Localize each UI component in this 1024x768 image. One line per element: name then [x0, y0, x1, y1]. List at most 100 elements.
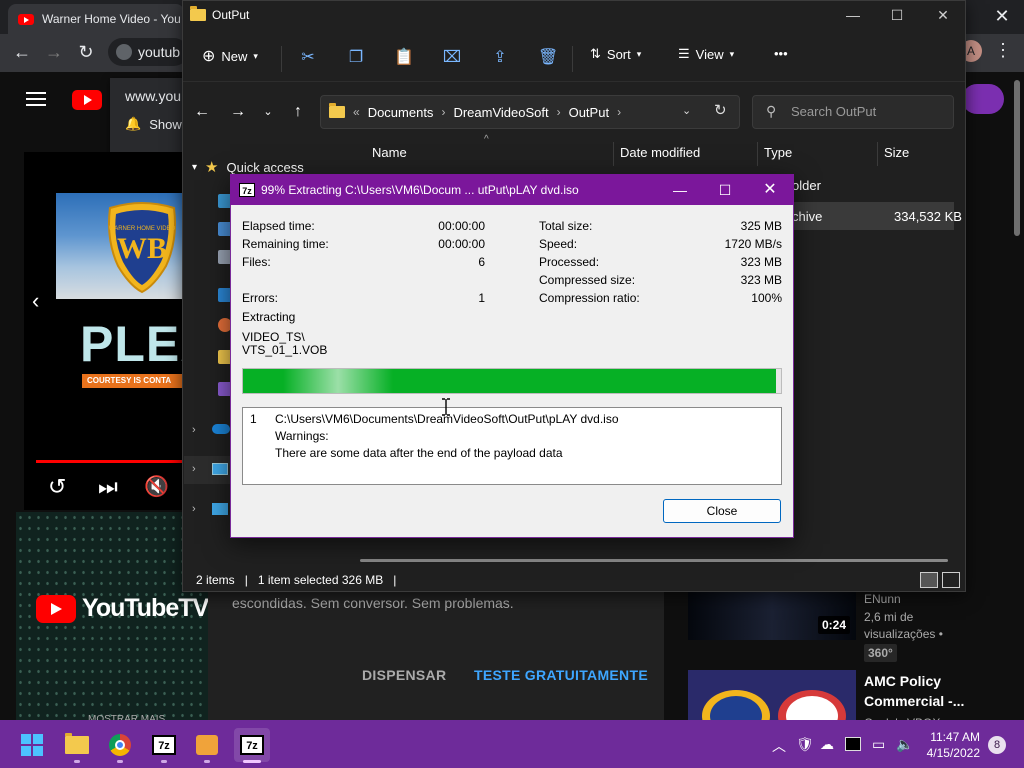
taskbar-7zip-extract[interactable]: 7z [234, 728, 270, 762]
notification-badge[interactable]: 8 [988, 736, 1006, 754]
7zip-close-icon[interactable]: ✕ [758, 180, 782, 200]
youtube-tv-wordmark: YouTubeTV [82, 594, 209, 622]
expand-chevron-icon[interactable]: › [192, 463, 196, 475]
search-box [752, 95, 954, 129]
network-off-icon[interactable]: ☁ [820, 736, 834, 753]
7zip-icon: 7z [240, 735, 264, 755]
rec2-title-line2: Commercial -... [864, 693, 965, 709]
breadcrumb-overflow[interactable]: « [353, 105, 360, 119]
7zip-minimize-icon[interactable]: — [668, 180, 692, 200]
search-input[interactable] [791, 104, 941, 119]
onedrive-icon[interactable] [212, 424, 230, 434]
start-button[interactable] [14, 728, 50, 762]
previous-arrow-icon[interactable]: ‹ [32, 288, 39, 314]
mute-icon[interactable]: 🔇 [144, 474, 169, 499]
running-indicator [204, 760, 210, 763]
chevron-down-icon: ▾ [253, 50, 258, 61]
taskbar-chrome[interactable] [102, 728, 138, 762]
explorer-maximize-icon[interactable]: ☐ [882, 4, 912, 26]
hamburger-menu-icon[interactable] [26, 92, 46, 106]
wb-shield-text: WARNER HOME VIDEO [109, 226, 176, 232]
cmd-separator [572, 46, 573, 72]
address-dropdown-icon[interactable]: ⌄ [682, 104, 691, 117]
forward-arrow-icon[interactable]: → [40, 38, 68, 66]
chrome-tab-youtube[interactable]: Warner Home Video - You [8, 4, 184, 34]
dismiss-button[interactable]: DISPENSAR [362, 667, 446, 683]
tiles-view-icon[interactable] [942, 572, 960, 588]
column-name[interactable]: Name [372, 145, 407, 160]
breadcrumb-output[interactable]: OutPut [569, 105, 609, 120]
chrome-tab-title: Warner Home Video - You [42, 12, 181, 26]
chrome-menu-icon[interactable]: ⋮ [994, 40, 1012, 61]
7zip-maximize-icon[interactable]: ☐ [713, 180, 737, 200]
sort-label: Sort [606, 46, 631, 62]
copy-icon[interactable]: ❐ [346, 48, 366, 68]
bell-icon: 🔔 [125, 116, 142, 131]
running-indicator [161, 760, 167, 763]
explorer-close-icon[interactable]: ✕ [928, 4, 958, 26]
popup-notification-row[interactable]: 🔔 Show [125, 116, 182, 132]
address-bar[interactable]: « Documents › DreamVideoSoft › OutPut › [320, 95, 740, 129]
details-view-icon[interactable] [920, 572, 938, 588]
taskbar-file-explorer[interactable] [59, 728, 95, 762]
chrome-close-icon[interactable]: ✕ [990, 4, 1014, 28]
back-arrow-icon[interactable]: ← [8, 38, 36, 66]
voice-search-button[interactable] [962, 84, 1004, 114]
display-icon[interactable]: ▭ [872, 736, 885, 753]
youtube-logo-icon[interactable] [72, 90, 102, 110]
speaker-muted-icon[interactable]: 🔈 [896, 736, 913, 753]
up-arrow-icon[interactable]: ↑ [286, 100, 310, 124]
share-icon[interactable]: ⇪ [490, 48, 510, 68]
column-type[interactable]: Type [764, 145, 792, 160]
column-date-modified[interactable]: Date modified [620, 145, 700, 160]
taskbar-7zip-filemanager[interactable]: 7z [146, 728, 182, 762]
popup-url: www.you [125, 88, 182, 104]
this-pc-icon [212, 463, 228, 475]
taskbar-video-converter[interactable] [189, 728, 225, 762]
explorer-back-icon[interactable]: ← [190, 100, 214, 124]
delete-icon[interactable]: 🗑 [538, 48, 558, 68]
nav-quick-access-label: Quick access [226, 159, 304, 175]
recommended-thumbnail-2[interactable] [688, 670, 856, 720]
7zip-app-icon: 7z [239, 182, 255, 197]
network-icon[interactable] [212, 503, 228, 515]
paste-icon[interactable]: 📋 [394, 48, 414, 68]
explorer-forward-icon[interactable]: → [226, 100, 250, 124]
column-size[interactable]: Size [884, 145, 909, 160]
breadcrumb-dreamvideosoft[interactable]: DreamVideoSoft [453, 105, 548, 120]
view-button[interactable]: ☰ View ▾ [678, 46, 734, 62]
reload-icon[interactable]: ↻ [72, 38, 100, 66]
refresh-icon[interactable]: ↻ [714, 101, 727, 119]
horizontal-scrollbar[interactable] [360, 559, 948, 562]
extracting-label: Extracting [242, 310, 296, 324]
defender-icon[interactable]: 🛡 [796, 736, 814, 753]
video-progress-bar[interactable] [36, 460, 184, 463]
page-scrollbar[interactable] [1014, 80, 1020, 236]
sort-button[interactable]: ⇅ Sort ▾ [590, 46, 641, 62]
close-button[interactable]: Close [663, 499, 781, 523]
recent-locations-icon[interactable]: ⌄ [256, 100, 280, 124]
explorer-minimize-icon[interactable]: — [838, 4, 868, 26]
explorer-title: OutPut [190, 6, 249, 22]
tray-overflow-icon[interactable]: ︿ [772, 736, 786, 756]
see-more-button[interactable]: ••• [774, 46, 788, 61]
expand-chevron-icon[interactable]: › [192, 503, 196, 515]
new-button[interactable]: ⊕ New ▾ [202, 46, 258, 66]
rec1-channel[interactable]: ENunn [864, 592, 901, 606]
next-track-icon[interactable]: ⏭ [98, 474, 118, 500]
cmd-separator [281, 46, 282, 72]
expand-chevron-icon[interactable]: › [192, 424, 196, 436]
replay-icon[interactable]: ↺ [48, 474, 66, 500]
7zip-title-text: 99% Extracting C:\Users\VM6\Docum ... ut… [261, 182, 579, 197]
system-clock[interactable]: 11:47 AM 4/15/2022 [920, 729, 980, 761]
text-cursor-icon [442, 398, 450, 416]
free-trial-button[interactable]: TESTE GRATUITAMENTE [474, 667, 648, 683]
rec2-title[interactable]: AMC Policy Commercial -... [864, 671, 964, 711]
omnibox[interactable]: youtub [108, 38, 188, 66]
cut-icon[interactable]: ✂ [298, 48, 318, 68]
file-explorer-icon [65, 733, 89, 754]
badge-360: 360° [864, 644, 897, 662]
breadcrumb-documents[interactable]: Documents [368, 105, 434, 120]
rename-icon[interactable]: ⌧ [442, 48, 462, 68]
app-tray-icon[interactable] [845, 737, 861, 751]
